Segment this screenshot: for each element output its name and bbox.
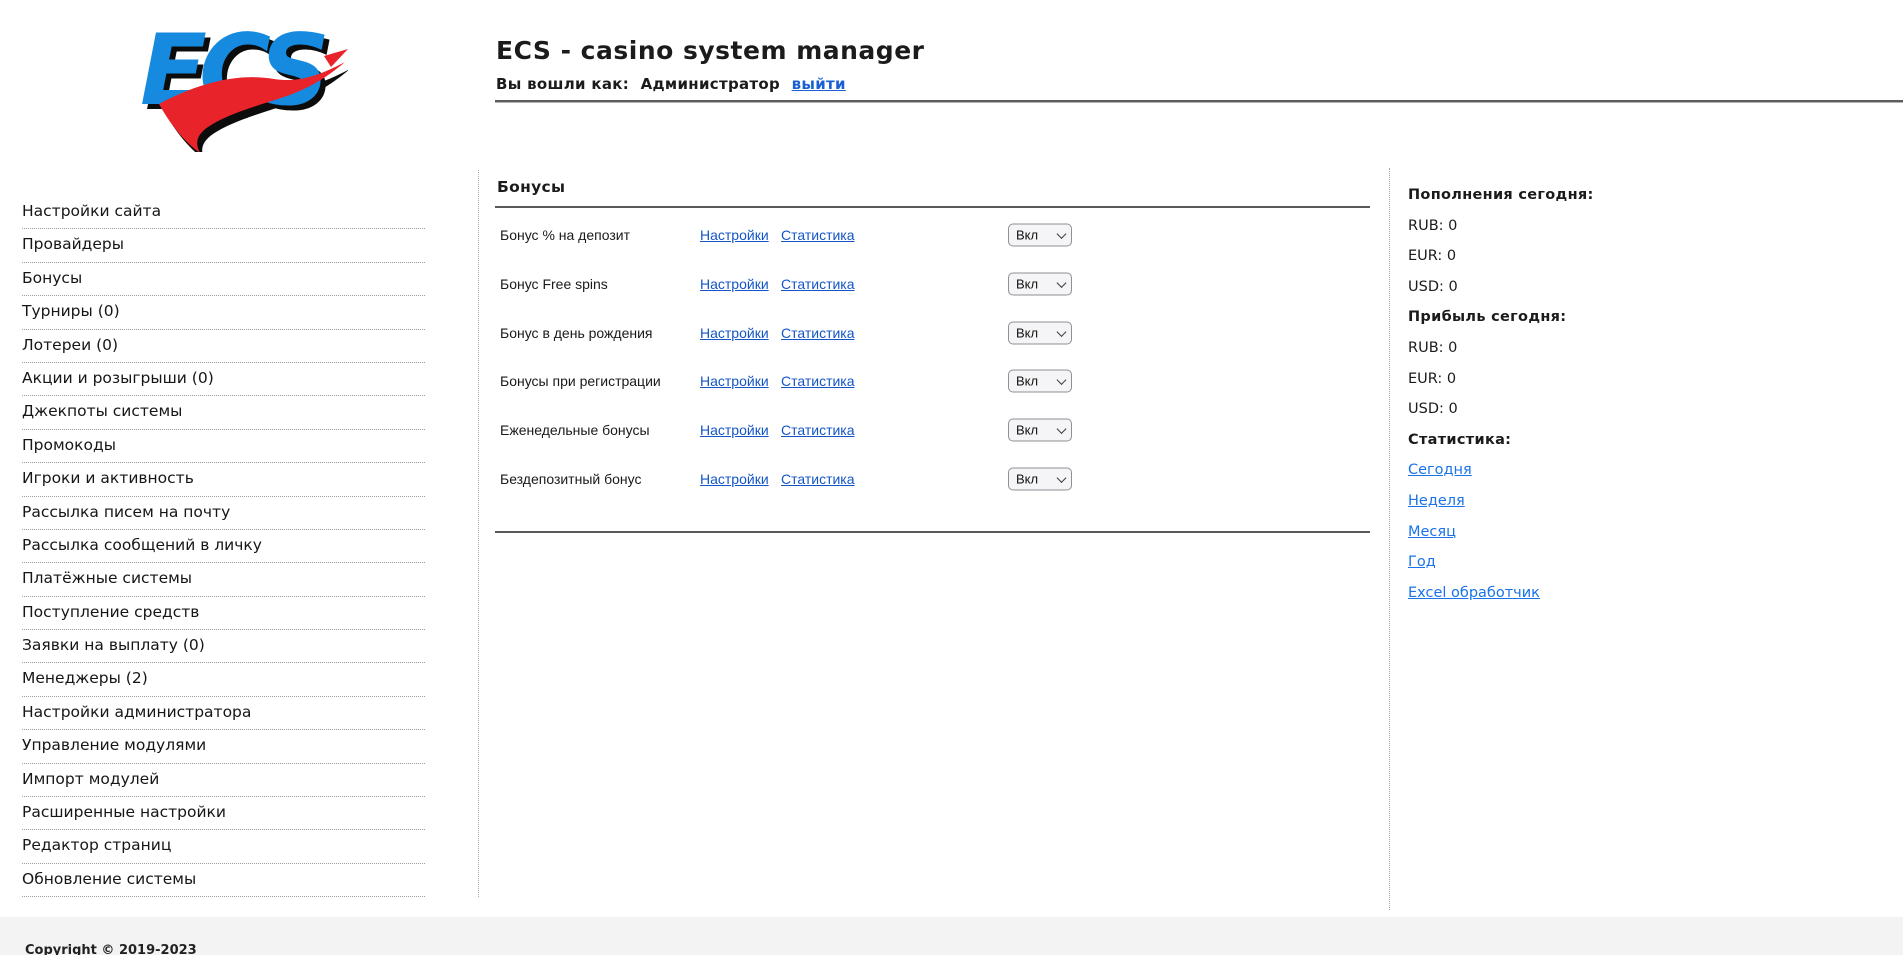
bonus-name: Бездепозитный бонус <box>500 471 641 487</box>
bonus-statistics-link[interactable]: Статистика <box>781 373 855 389</box>
sidebar-menu-item[interactable]: Рассылка писем на почту <box>22 497 425 530</box>
sidebar-menu-item[interactable]: Акции и розыгрыши (0) <box>22 363 425 396</box>
header-divider <box>495 100 1903 103</box>
statistics-link[interactable]: Сегодня <box>1408 462 1472 478</box>
bonus-toggle-select[interactable]: Вкл <box>1008 273 1072 296</box>
bonus-toggle-select[interactable]: Вкл <box>1008 370 1072 393</box>
bonus-toggle-select[interactable]: Вкл <box>1008 224 1072 247</box>
bonus-statistics-link[interactable]: Статистика <box>781 325 855 341</box>
sidebar-menu-item[interactable]: Промокоды <box>22 430 425 463</box>
currency-amount: EUR: 0 <box>1408 366 1738 397</box>
statistics-link-row: Месяц <box>1408 519 1738 550</box>
bonus-name: Бонус Free spins <box>500 276 608 292</box>
sidebar-menu-item[interactable]: Лотереи (0) <box>22 330 425 363</box>
deposits-today-values: RUB: 0 EUR: 0 USD: 0 <box>1408 213 1738 305</box>
bonuses-title: Бонусы <box>495 170 1370 206</box>
bonus-toggle-wrap: Вкл <box>1008 321 1072 344</box>
currency-amount: USD: 0 <box>1408 396 1738 427</box>
bonus-row: Бездепозитный бонус Настройки Статистика… <box>495 454 1370 503</box>
bonus-settings-link[interactable]: Настройки <box>700 373 769 389</box>
logout-link[interactable]: выйти <box>792 75 846 93</box>
currency-amount: RUB: 0 <box>1408 213 1738 244</box>
currency-amount: RUB: 0 <box>1408 335 1738 366</box>
statistics-link-row: Год <box>1408 549 1738 580</box>
bonus-toggle-select[interactable]: Вкл <box>1008 467 1072 490</box>
bonus-toggle-select[interactable]: Вкл <box>1008 419 1072 442</box>
statistics-link-row: Сегодня <box>1408 457 1738 488</box>
bonus-row: Бонусы при регистрации Настройки Статист… <box>495 357 1370 406</box>
bonus-toggle-select[interactable]: Вкл <box>1008 321 1072 344</box>
sidebar-menu-item[interactable]: Настройки администратора <box>22 697 425 730</box>
sidebar-menu-item[interactable]: Платёжные системы <box>22 563 425 596</box>
stats-panel: Пополнения сегодня: RUB: 0 EUR: 0 USD: 0… <box>1408 182 1738 610</box>
bonus-toggle-wrap: Вкл <box>1008 273 1072 296</box>
bonus-statistics-link[interactable]: Статистика <box>781 422 855 438</box>
bonus-row: Бонус % на депозит Настройки Статистика … <box>495 211 1370 260</box>
bonus-toggle-wrap: Вкл <box>1008 467 1072 490</box>
right-content-divider <box>1389 168 1390 910</box>
sidebar-menu-item[interactable]: Провайдеры <box>22 229 425 262</box>
bonus-rows: Бонус % на депозит Настройки Статистика … <box>495 208 1370 503</box>
currency-amount: EUR: 0 <box>1408 243 1738 274</box>
bonus-name: Бонусы при регистрации <box>500 373 661 389</box>
ecs-admin-page: ECS ECS ECS - casino system manager Вы в… <box>0 0 1903 955</box>
sidebar-menu-item[interactable]: Управление модулями <box>22 730 425 763</box>
bonus-row: Бонус в день рождения Настройки Статисти… <box>495 308 1370 357</box>
bonuses-bottom-rule <box>495 531 1370 533</box>
statistics-link[interactable]: Excel обработчик <box>1408 585 1540 601</box>
sidebar-menu-item[interactable]: Редактор страниц <box>22 830 425 863</box>
currency-amount: USD: 0 <box>1408 274 1738 305</box>
statistics-link[interactable]: Год <box>1408 554 1436 570</box>
statistics-link-row: Неделя <box>1408 488 1738 519</box>
profit-today-values: RUB: 0 EUR: 0 USD: 0 <box>1408 335 1738 427</box>
bonus-name: Бонус % на депозит <box>500 227 630 243</box>
statistics-link-row: Excel обработчик <box>1408 580 1738 611</box>
sidebar-menu-item[interactable]: Импорт модулей <box>22 764 425 797</box>
sidebar-menu-item[interactable]: Игроки и активность <box>22 463 425 496</box>
statistics-link[interactable]: Месяц <box>1408 524 1456 540</box>
bonus-statistics-link[interactable]: Статистика <box>781 276 855 292</box>
bonus-settings-link[interactable]: Настройки <box>700 325 769 341</box>
logo-swoosh-tip <box>324 49 348 67</box>
bonus-settings-link[interactable]: Настройки <box>700 276 769 292</box>
bonus-row: Еженедельные бонусы Настройки Статистика… <box>495 406 1370 455</box>
footer: Copyright © 2019-2023 <box>0 917 1903 955</box>
bonus-toggle-wrap: Вкл <box>1008 224 1072 247</box>
bonus-statistics-link[interactable]: Статистика <box>781 471 855 487</box>
bonus-toggle-wrap: Вкл <box>1008 419 1072 442</box>
ecs-logo: ECS ECS <box>138 12 348 152</box>
sidebar-menu-item[interactable]: Обновление системы <box>22 864 425 897</box>
sidebar-menu-item[interactable]: Турниры (0) <box>22 296 425 329</box>
statistics-link[interactable]: Неделя <box>1408 493 1465 509</box>
bonus-settings-link[interactable]: Настройки <box>700 227 769 243</box>
bonus-row: Бонус Free spins Настройки Статистика Вк… <box>495 260 1370 309</box>
bonus-name: Бонус в день рождения <box>500 325 653 341</box>
sidebar-menu-item[interactable]: Джекпоты системы <box>22 396 425 429</box>
sidebar-menu-item[interactable]: Поступление средств <box>22 597 425 630</box>
login-status: Вы вошли как: Администратор выйти <box>496 75 846 93</box>
page-title: ECS - casino system manager <box>496 36 924 65</box>
sidebar-menu-item[interactable]: Заявки на выплату (0) <box>22 630 425 663</box>
sidebar-menu-item[interactable]: Настройки сайта <box>22 196 425 229</box>
profit-today-header: Прибыль сегодня: <box>1408 304 1738 335</box>
bonus-toggle-wrap: Вкл <box>1008 370 1072 393</box>
login-username: Администратор <box>641 75 780 93</box>
sidebar-menu-item[interactable]: Бонусы <box>22 263 425 296</box>
statistics-header: Статистика: <box>1408 427 1738 458</box>
deposits-today-header: Пополнения сегодня: <box>1408 182 1738 213</box>
copyright-text: Copyright © 2019-2023 <box>25 943 197 955</box>
bonuses-section: Бонусы Бонус % на депозит Настройки Стат… <box>495 170 1370 533</box>
sidebar-menu-item[interactable]: Рассылка сообщений в личку <box>22 530 425 563</box>
bonus-settings-link[interactable]: Настройки <box>700 422 769 438</box>
statistics-links: Сегодня Неделя Месяц Год Excel обработчи… <box>1408 457 1738 610</box>
bonus-statistics-link[interactable]: Статистика <box>781 227 855 243</box>
sidebar-menu-item[interactable]: Менеджеры (2) <box>22 663 425 696</box>
bonus-settings-link[interactable]: Настройки <box>700 471 769 487</box>
sidebar-menu: Настройки сайта Провайдеры Бонусы Турнир… <box>22 196 425 897</box>
sidebar-menu-item[interactable]: Расширенные настройки <box>22 797 425 830</box>
bonus-name: Еженедельные бонусы <box>500 422 650 438</box>
left-content-divider <box>478 170 479 897</box>
login-prefix: Вы вошли как: <box>496 75 629 93</box>
